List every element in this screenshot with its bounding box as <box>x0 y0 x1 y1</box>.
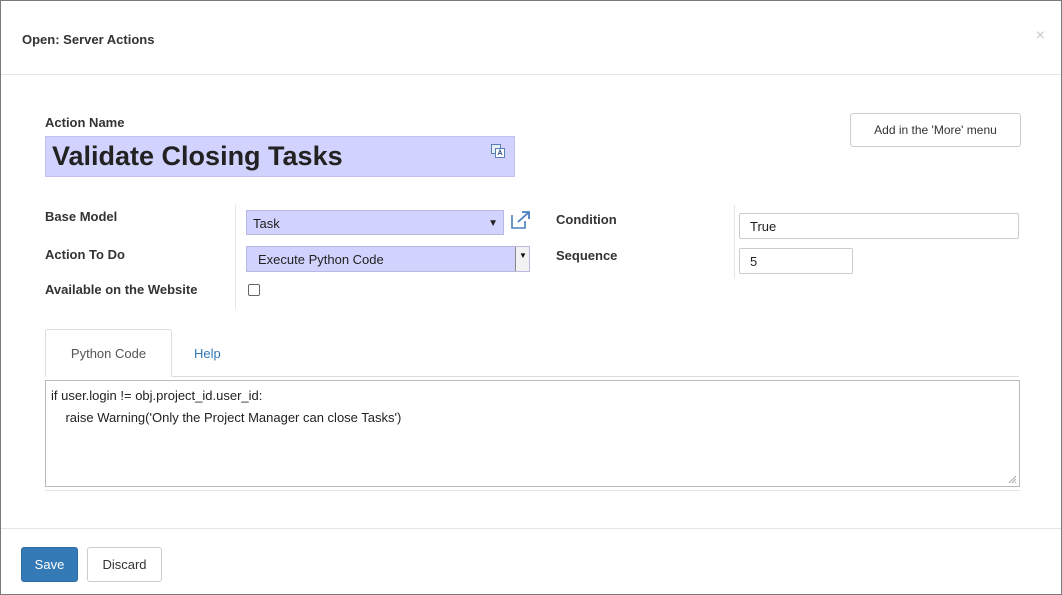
code-line: raise Warning('Only the Project Manager … <box>51 410 402 425</box>
separator <box>235 205 236 309</box>
action-to-do-label: Action To Do <box>45 247 125 262</box>
tab-python-code[interactable]: Python Code <box>45 329 172 377</box>
dialog-title: Open: Server Actions <box>22 32 155 47</box>
condition-value: True <box>750 219 777 234</box>
translate-icon[interactable] <box>491 144 505 158</box>
dialog-header: Open: Server Actions × <box>1 1 1061 75</box>
tabs-divider <box>45 376 1019 377</box>
chevron-down-icon[interactable]: ▼ <box>515 247 529 271</box>
action-name-field[interactable]: Validate Closing Tasks <box>45 136 515 177</box>
add-more-menu-button[interactable]: Add in the 'More' menu <box>850 113 1021 147</box>
action-to-do-select[interactable]: Execute Python Code ▼ <box>246 246 530 272</box>
server-action-dialog: Open: Server Actions × Action Name Valid… <box>0 0 1062 595</box>
action-to-do-value: Execute Python Code <box>258 252 384 267</box>
base-model-value: Task <box>253 216 280 231</box>
separator <box>734 205 735 279</box>
sequence-value: 5 <box>750 254 758 269</box>
condition-label: Condition <box>556 212 617 227</box>
close-icon[interactable]: × <box>1036 27 1045 45</box>
base-model-select[interactable]: Task ▼ <box>246 210 504 235</box>
separator <box>45 490 1020 491</box>
save-button[interactable]: Save <box>21 547 78 582</box>
base-model-label: Base Model <box>45 209 118 224</box>
python-code-editor[interactable]: if user.login != obj.project_id.user_id:… <box>45 380 1020 487</box>
sequence-input[interactable]: 5 <box>739 248 853 274</box>
external-link-icon[interactable] <box>509 210 533 230</box>
resize-grip-icon[interactable] <box>1007 474 1017 484</box>
action-name-value: Validate Closing Tasks <box>52 141 343 171</box>
action-name-label: Action Name <box>45 115 125 130</box>
chevron-down-icon: ▼ <box>488 218 498 229</box>
condition-input[interactable]: True <box>739 213 1019 239</box>
available-website-label: Available on the Website <box>45 282 198 297</box>
tab-help[interactable]: Help <box>194 346 221 361</box>
code-line: if user.login != obj.project_id.user_id: <box>51 388 263 403</box>
footer-divider <box>1 528 1061 529</box>
discard-button[interactable]: Discard <box>87 547 162 582</box>
available-website-checkbox[interactable] <box>248 284 260 296</box>
sequence-label: Sequence <box>556 248 618 263</box>
